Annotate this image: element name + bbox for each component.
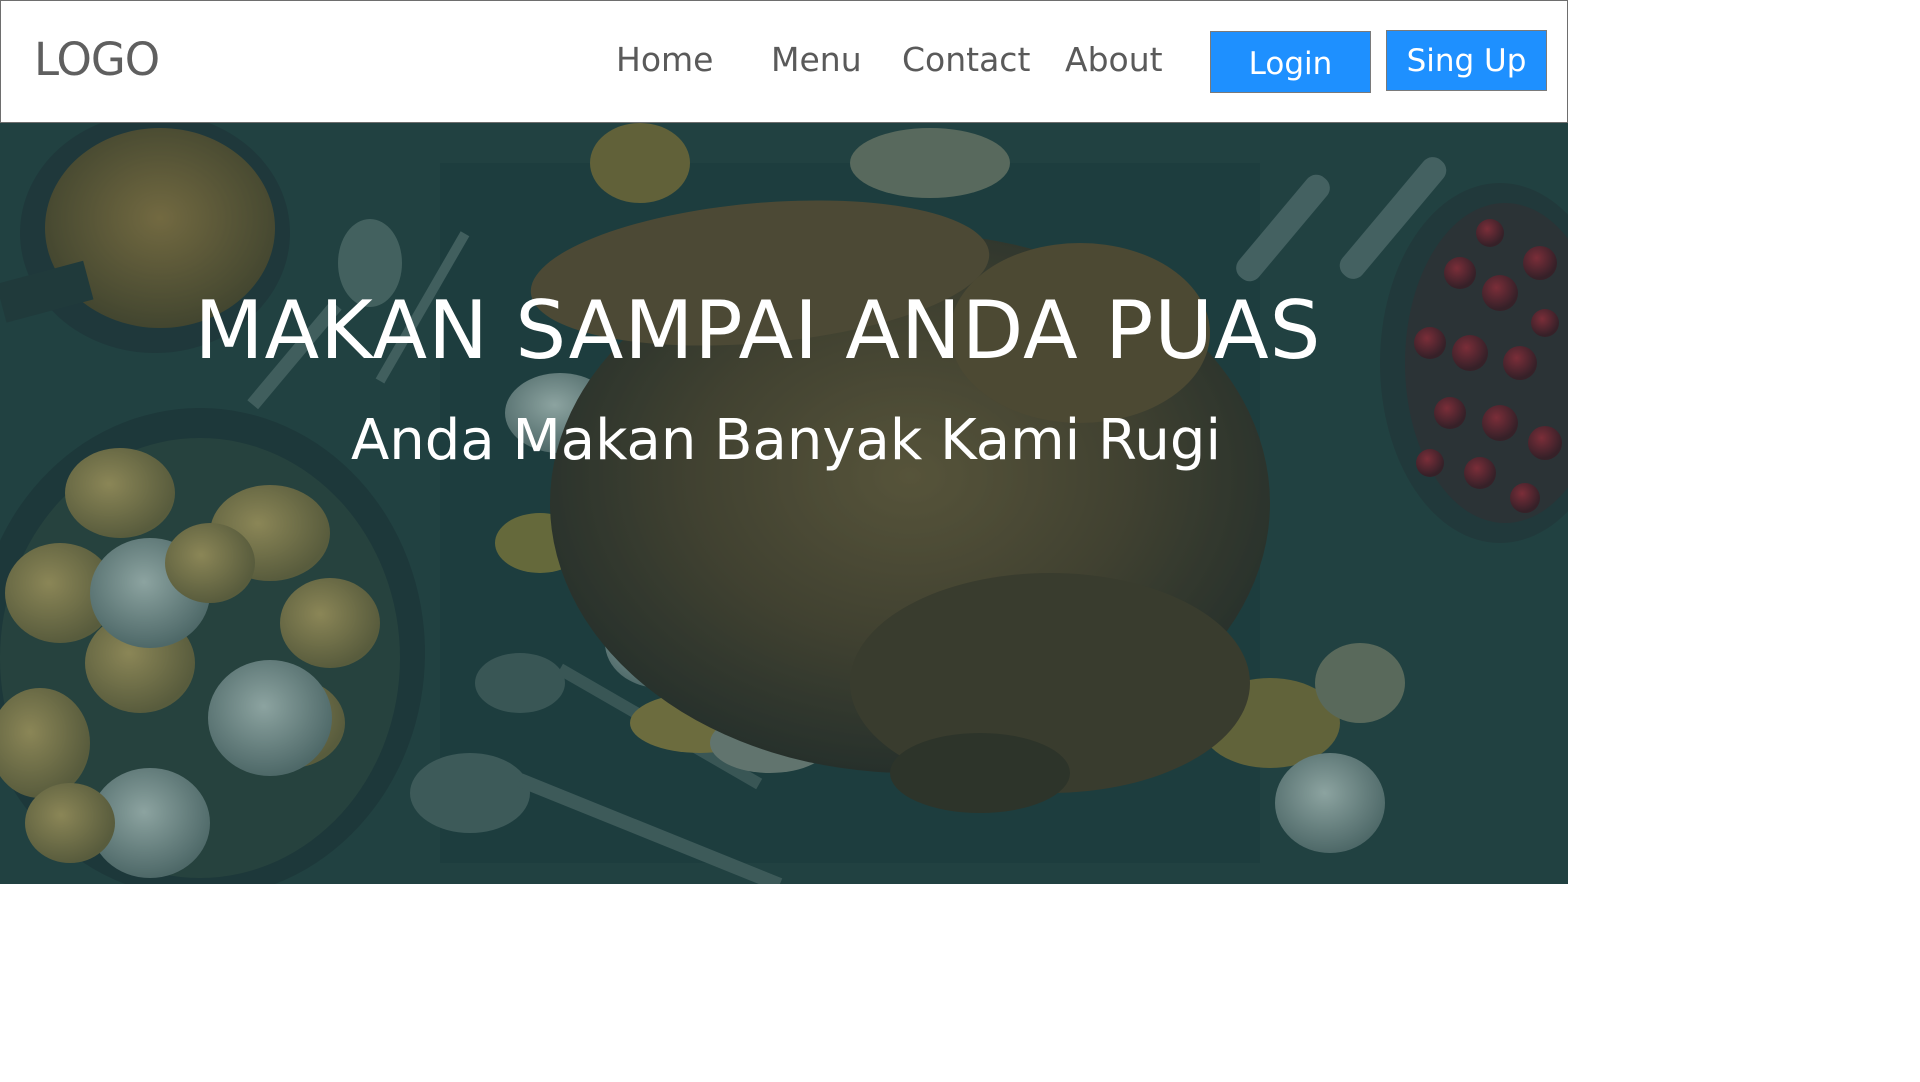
nav-link-about[interactable]: About: [1065, 43, 1163, 76]
hero-overlay: [0, 123, 1568, 884]
hero-title: MAKAN SAMPAI ANDA PUAS: [194, 284, 1322, 377]
page: LOGO Home Menu Contact About Login Sing …: [0, 0, 1568, 884]
hero-section: MAKAN SAMPAI ANDA PUAS Anda Makan Banyak…: [0, 123, 1568, 884]
nav-link-menu[interactable]: Menu: [771, 43, 862, 76]
navbar: LOGO Home Menu Contact About Login Sing …: [0, 0, 1568, 123]
logo[interactable]: LOGO: [34, 37, 160, 82]
nav-link-contact[interactable]: Contact: [902, 43, 1030, 76]
nav-link-home[interactable]: Home: [616, 43, 713, 76]
signup-button[interactable]: Sing Up: [1386, 30, 1547, 91]
hero-subtitle: Anda Makan Banyak Kami Rugi: [350, 408, 1222, 473]
login-button[interactable]: Login: [1210, 31, 1371, 93]
